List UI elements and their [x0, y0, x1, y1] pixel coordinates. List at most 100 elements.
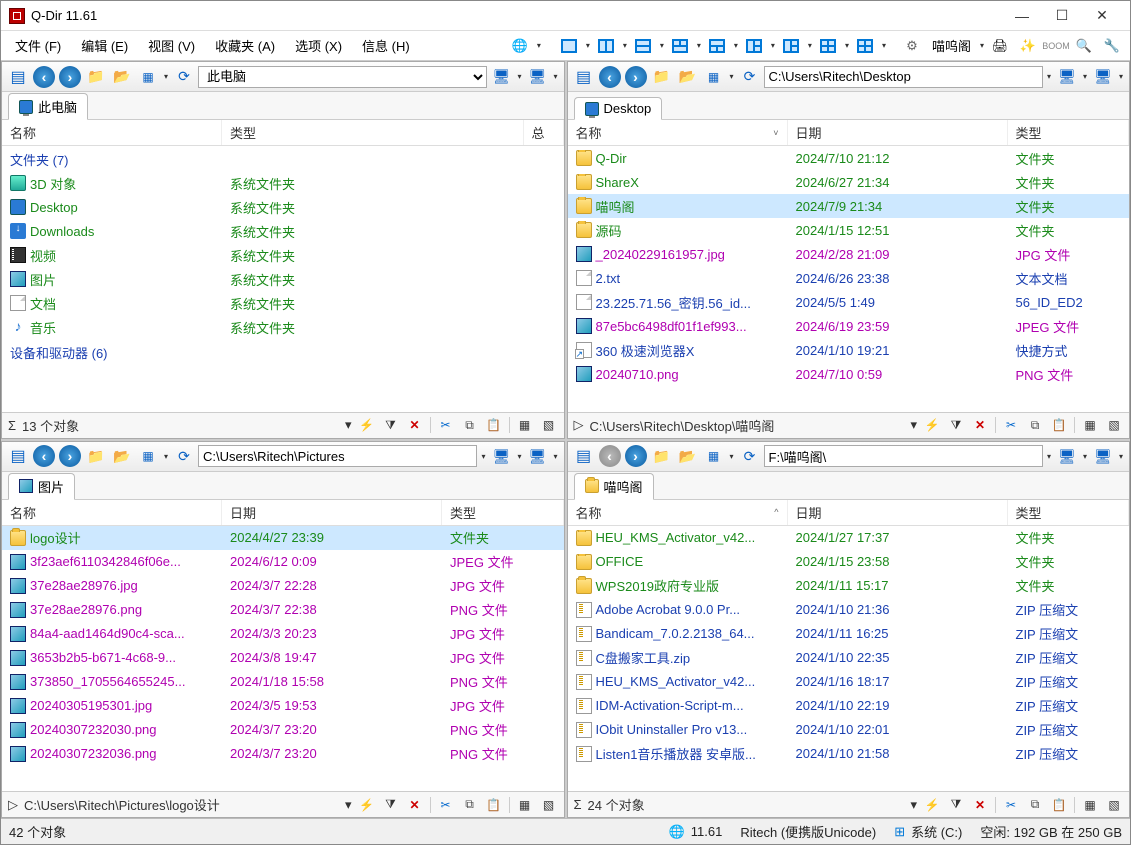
list-item[interactable]: Listen1音乐播放器 安卓版...2024/1/10 21:58ZIP 压缩…	[568, 742, 1130, 766]
list-item[interactable]: IObit Uninstaller Pro v13...2024/1/10 22…	[568, 718, 1130, 742]
list-item[interactable]: IDM-Activation-Script-m...2024/1/10 22:1…	[568, 694, 1130, 718]
filter-icon[interactable]: ⧩	[947, 416, 965, 434]
filter-icon[interactable]: ⧩	[947, 796, 965, 814]
list-item[interactable]: 23.225.71.56_密钥.56_id...2024/5/5 1:4956_…	[568, 290, 1130, 314]
up-folder-icon[interactable]: 📁	[650, 444, 674, 468]
select-icon[interactable]: ▧	[540, 796, 558, 814]
layout-2h-button[interactable]	[632, 35, 654, 57]
list-item[interactable]: 360 极速浏览器X2024/1/10 19:21快捷方式	[568, 338, 1130, 362]
props-icon[interactable]: ▦	[516, 796, 534, 814]
cut-icon[interactable]: ✂	[1002, 796, 1020, 814]
up-folder-icon[interactable]: 📁	[650, 65, 674, 89]
bolt-icon[interactable]: ⚡	[358, 416, 376, 434]
list-item[interactable]: HEU_KMS_Activator_v42...2024/1/27 17:37文…	[568, 526, 1130, 550]
col-type[interactable]: 类型	[442, 500, 564, 525]
list-item[interactable]: HEU_KMS_Activator_v42...2024/1/16 18:17Z…	[568, 670, 1130, 694]
pane-tl-list[interactable]: 文件夹 (7) 3D 对象系统文件夹Desktop系统文件夹Downloads系…	[2, 146, 564, 412]
layout-1-button[interactable]	[558, 35, 580, 57]
select-icon[interactable]: ▧	[540, 416, 558, 434]
col-name[interactable]: 名称	[2, 120, 222, 145]
menu-favorites[interactable]: 收藏夹 (A)	[207, 32, 283, 59]
copy-icon[interactable]: ⧉	[1026, 796, 1044, 814]
list-item[interactable]: Desktop系统文件夹	[2, 195, 564, 219]
view-mode-icon[interactable]: ▦	[702, 444, 726, 468]
monitor2-icon[interactable]: 🖥	[525, 65, 549, 89]
list-item[interactable]: logo设计2024/4/27 23:39文件夹	[2, 526, 564, 550]
col-date[interactable]: 日期	[788, 500, 1008, 525]
tab-desktop[interactable]: Desktop	[574, 97, 663, 120]
nav-back-button[interactable]: ‹	[32, 65, 56, 89]
copy-icon[interactable]: ⧉	[461, 796, 479, 814]
monitor-icon[interactable]: 🖥	[1055, 444, 1079, 468]
wand-icon[interactable]: ✨	[1017, 35, 1039, 57]
menu-options[interactable]: 选项 (X)	[287, 32, 350, 59]
view-mode-icon[interactable]: ▦	[136, 444, 160, 468]
layout-3c-button[interactable]	[743, 35, 765, 57]
up-folder-icon[interactable]: 📁	[84, 444, 108, 468]
layout-3a-button[interactable]	[669, 35, 691, 57]
favorite-label[interactable]: 喵呜阁	[928, 36, 975, 55]
sigma-icon[interactable]: ▷	[8, 797, 18, 813]
list-item[interactable]: 文档系统文件夹	[2, 291, 564, 315]
new-folder-icon[interactable]: 📂	[676, 65, 700, 89]
copy-icon[interactable]: ⧉	[461, 416, 479, 434]
col-name[interactable]: 名称	[2, 500, 222, 525]
col-type[interactable]: 类型	[1008, 500, 1130, 525]
list-item[interactable]: 3653b2b5-b671-4c68-9...2024/3/8 19:47JPG…	[2, 646, 564, 670]
cut-icon[interactable]: ✂	[437, 796, 455, 814]
menu-view[interactable]: 视图 (V)	[140, 32, 203, 59]
list-item[interactable]: WPS2019政府专业版2024/1/11 15:17文件夹	[568, 574, 1130, 598]
up-folder-icon[interactable]: 📁	[84, 65, 108, 89]
col-type[interactable]: 类型	[1008, 120, 1130, 145]
list-item[interactable]: 20240307232030.png2024/3/7 23:20PNG 文件	[2, 718, 564, 742]
list-item[interactable]: 3D 对象系统文件夹	[2, 171, 564, 195]
list-item[interactable]: 2.txt2024/6/26 23:38文本文档	[568, 266, 1130, 290]
select-icon[interactable]: ▧	[1105, 416, 1123, 434]
menu-info[interactable]: 信息 (H)	[354, 32, 418, 59]
list-item[interactable]: Bandicam_7.0.2.2138_64...2024/1/11 16:25…	[568, 622, 1130, 646]
col-name[interactable]: 名称˅	[568, 120, 788, 145]
new-folder-icon[interactable]: 📂	[110, 444, 134, 468]
monitor-icon[interactable]: 🖥	[1055, 65, 1079, 89]
list-item[interactable]: 37e28ae28976.png2024/3/7 22:38PNG 文件	[2, 598, 564, 622]
maximize-button[interactable]: ☐	[1042, 1, 1082, 30]
copy-icon[interactable]: ⧉	[1026, 416, 1044, 434]
new-folder-icon[interactable]: 📂	[676, 444, 700, 468]
list-item[interactable]: 视频系统文件夹	[2, 243, 564, 267]
refresh-icon[interactable]: ⟳	[738, 65, 762, 89]
delete-icon[interactable]: ✕	[971, 416, 989, 434]
monitor-icon[interactable]: 🖥	[489, 444, 513, 468]
tab-pictures[interactable]: 图片	[8, 473, 75, 500]
list-item[interactable]: 84a4-aad1464d90c4-sca...2024/3/3 20:23JP…	[2, 622, 564, 646]
bolt-icon[interactable]: ⚡	[358, 796, 376, 814]
pane-tr-list[interactable]: Q-Dir2024/7/10 21:12文件夹ShareX2024/6/27 2…	[568, 146, 1130, 412]
bolt-icon[interactable]: ⚡	[923, 796, 941, 814]
list-item[interactable]: 20240305195301.jpg2024/3/5 19:53JPG 文件	[2, 694, 564, 718]
layout-3b-button[interactable]	[706, 35, 728, 57]
filter-icon[interactable]: ⧩	[382, 796, 400, 814]
paste-icon[interactable]: 📋	[1050, 796, 1068, 814]
col-type[interactable]: 类型	[222, 120, 524, 145]
group-folders[interactable]: 文件夹 (7)	[2, 146, 564, 171]
filter-icon[interactable]: ⧩	[382, 416, 400, 434]
paste-icon[interactable]: 📋	[485, 416, 503, 434]
search-icon[interactable]: 🔍	[1073, 35, 1095, 57]
sigma-icon[interactable]: Σ	[8, 418, 16, 433]
layout-4b-button[interactable]	[854, 35, 876, 57]
address-bar[interactable]	[764, 66, 1043, 88]
cut-icon[interactable]: ✂	[1002, 416, 1020, 434]
printer-icon[interactable]: 🖨	[989, 35, 1011, 57]
boom-icon[interactable]: BOOM	[1045, 35, 1067, 57]
pane-bl-list[interactable]: logo设计2024/4/27 23:39文件夹3f23aef611034284…	[2, 526, 564, 792]
address-bar[interactable]	[764, 445, 1043, 467]
footer-text[interactable]: C:\Users\Ritech\Pictures\logo设计	[24, 795, 339, 814]
refresh-icon[interactable]: ⟳	[172, 444, 196, 468]
monitor-icon[interactable]: 🖥	[489, 65, 513, 89]
menu-edit[interactable]: 编辑 (E)	[73, 32, 136, 59]
monitor2-icon[interactable]: 🖥	[1091, 65, 1115, 89]
props-icon[interactable]: ▦	[1081, 796, 1099, 814]
tree-toggle-icon[interactable]: ▤	[572, 65, 596, 89]
list-item[interactable]: 37e28ae28976.jpg2024/3/7 22:28JPG 文件	[2, 574, 564, 598]
view-mode-icon[interactable]: ▦	[136, 65, 160, 89]
props-icon[interactable]: ▦	[1081, 416, 1099, 434]
